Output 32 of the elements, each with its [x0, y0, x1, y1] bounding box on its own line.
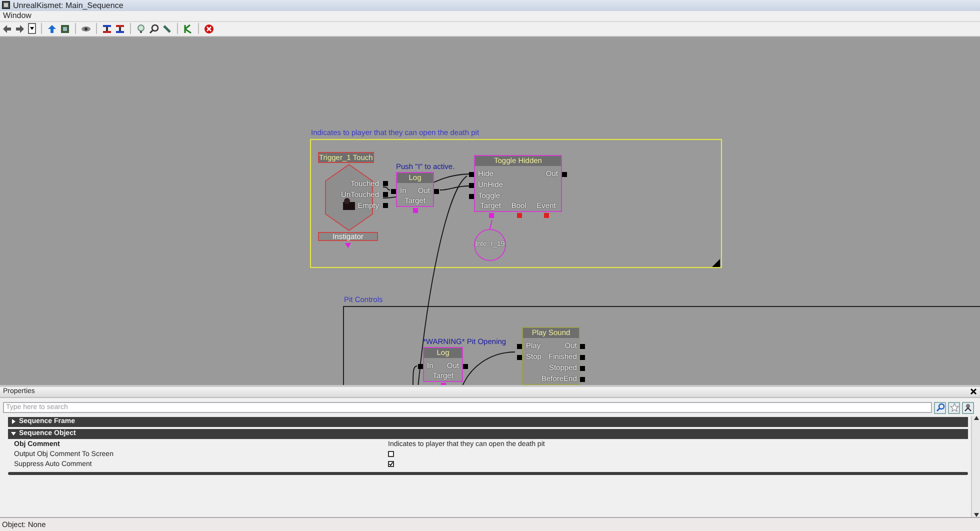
stop-icon[interactable] — [204, 24, 214, 34]
expander-icon[interactable] — [11, 419, 16, 424]
eye-icon[interactable] — [81, 24, 91, 34]
close-icon[interactable] — [970, 388, 977, 396]
forward-arrow-icon[interactable] — [15, 24, 25, 34]
app-icon — [2, 1, 10, 10]
resize-handle-icon[interactable] — [712, 258, 720, 267]
scrollbar[interactable] — [971, 416, 980, 518]
input-connector[interactable] — [418, 364, 423, 369]
align-bottom-icon[interactable] — [115, 24, 125, 34]
checkbox[interactable] — [388, 461, 394, 468]
expander-icon[interactable] — [11, 431, 16, 436]
window-title: UnrealKismet: Main_Sequence — [13, 0, 124, 10]
output-connector[interactable] — [562, 172, 567, 177]
branch-icon[interactable] — [183, 24, 193, 34]
scroll-up-icon[interactable] — [974, 416, 978, 420]
output-connector[interactable] — [434, 188, 439, 194]
menu-item[interactable]: Window — [3, 11, 32, 20]
output-connector[interactable] — [463, 364, 468, 369]
align-top-icon[interactable] — [102, 24, 112, 34]
caret-icon — [30, 27, 34, 30]
filter-button[interactable] — [962, 402, 974, 414]
history-dropdown[interactable] — [28, 23, 36, 34]
trigger-icon — [342, 196, 356, 211]
wire — [490, 219, 492, 230]
input-connector[interactable] — [391, 188, 396, 194]
checkbox[interactable] — [388, 451, 394, 458]
up-arrow-icon[interactable] — [47, 24, 57, 34]
search-icon[interactable] — [149, 24, 159, 34]
back-arrow-icon[interactable] — [2, 24, 12, 34]
search-button[interactable] — [934, 402, 946, 414]
lightbulb-icon[interactable] — [136, 24, 146, 34]
